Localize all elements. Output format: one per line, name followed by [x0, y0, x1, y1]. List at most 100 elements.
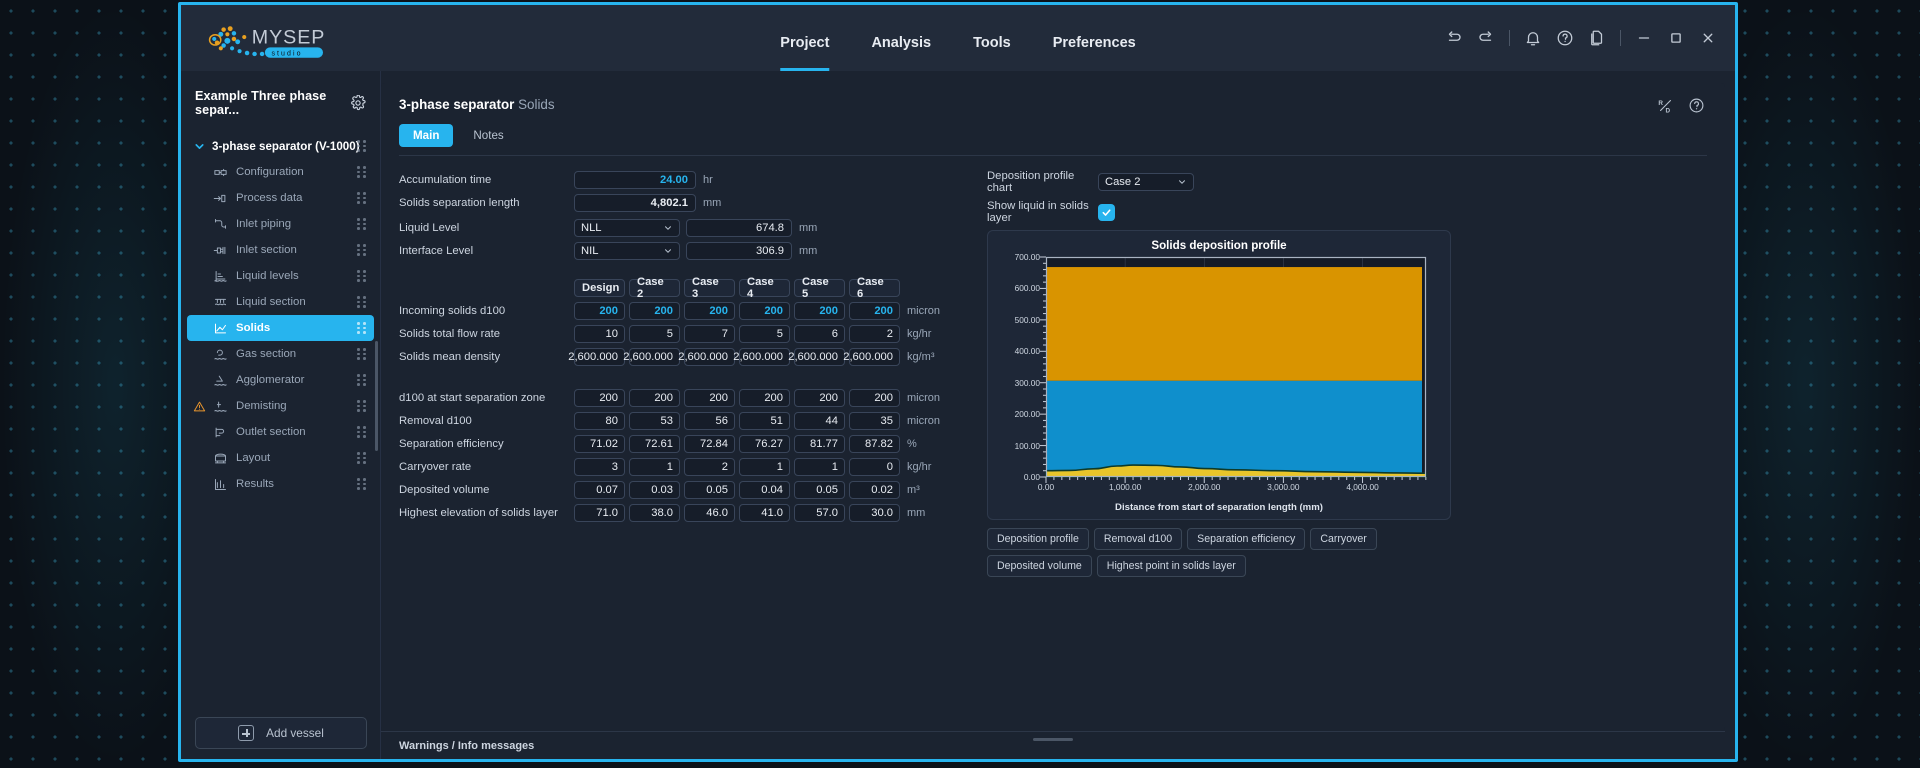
tab-notes[interactable]: Notes	[459, 124, 517, 147]
drag-handle[interactable]	[357, 452, 366, 464]
drag-handle[interactable]	[357, 478, 366, 490]
table-cell-input[interactable]: 200	[794, 388, 845, 407]
gear-icon[interactable]	[350, 95, 366, 111]
drag-handle[interactable]	[357, 426, 366, 438]
accumulation-time-input[interactable]: 24.00	[574, 170, 696, 189]
table-cell-input[interactable]: 200	[574, 388, 625, 407]
add-vessel-button[interactable]: Add vessel	[195, 717, 367, 749]
table-column-header[interactable]: Case 4	[739, 276, 790, 300]
table-cell-input[interactable]: 53	[629, 411, 680, 430]
chart-button-separation-efficiency[interactable]: Separation efficiency	[1187, 528, 1306, 550]
table-cell-input[interactable]: 38.0	[629, 503, 680, 522]
help-icon[interactable]	[1556, 29, 1574, 47]
drag-handle[interactable]	[357, 296, 366, 308]
table-cell-input[interactable]: 0.02	[849, 480, 900, 499]
close-icon[interactable]	[1699, 29, 1717, 47]
drag-handle[interactable]	[357, 244, 366, 256]
table-cell-input[interactable]: 0.05	[794, 480, 845, 499]
table-cell-input[interactable]: 5	[629, 324, 680, 343]
table-column-header[interactable]: Case 6	[849, 276, 900, 300]
table-cell-input[interactable]: 76.27	[739, 434, 790, 453]
chart-button-highest-point-in-solids-layer[interactable]: Highest point in solids layer	[1096, 555, 1246, 577]
table-cell-input[interactable]: 2,600.000	[733, 347, 790, 366]
table-cell-input[interactable]: 1	[629, 457, 680, 476]
table-cell-input[interactable]: 200	[849, 388, 900, 407]
ratio-rd-icon[interactable]: RD	[1657, 97, 1674, 114]
table-cell-input[interactable]: 72.61	[629, 434, 680, 453]
chevron-down-icon[interactable]	[193, 140, 206, 153]
table-cell-input[interactable]: 35	[849, 411, 900, 430]
table-cell-input[interactable]: 200	[684, 388, 735, 407]
panel-resize-handle[interactable]	[1033, 738, 1073, 741]
table-cell-input[interactable]: 51	[739, 411, 790, 430]
sidebar-item-liquid-section[interactable]: Liquid section	[187, 289, 374, 315]
nav-item-tools[interactable]: Tools	[973, 9, 1011, 71]
table-cell-input[interactable]: 2,600.000	[843, 347, 900, 366]
chart-case-select[interactable]: Case 2	[1098, 173, 1194, 191]
table-cell-input[interactable]: 46.0	[684, 503, 735, 522]
table-cell-input[interactable]: 57.0	[794, 503, 845, 522]
tree-root-separator[interactable]: 3-phase separator (V-1000)	[187, 133, 374, 159]
nav-item-preferences[interactable]: Preferences	[1053, 9, 1136, 71]
table-cell-input[interactable]: 44	[794, 411, 845, 430]
table-cell-input[interactable]: 56	[684, 411, 735, 430]
table-cell-input[interactable]: 1	[739, 457, 790, 476]
table-cell-input[interactable]: 0.05	[684, 480, 735, 499]
drag-handle[interactable]	[357, 374, 366, 386]
table-cell-input[interactable]: 2	[849, 324, 900, 343]
table-cell-input[interactable]: 2	[684, 457, 735, 476]
bell-icon[interactable]	[1524, 29, 1542, 47]
drag-handle[interactable]	[357, 400, 366, 412]
table-cell-input[interactable]: 0.04	[739, 480, 790, 499]
table-cell-input[interactable]: 200	[629, 388, 680, 407]
table-cell-input[interactable]: 3	[574, 457, 625, 476]
interface-level-value-input[interactable]: 306.9	[686, 241, 792, 260]
table-cell-input[interactable]: 2,600.000	[568, 347, 625, 366]
table-column-header[interactable]: Case 2	[629, 276, 680, 300]
sidebar-item-inlet-section[interactable]: Inlet section	[187, 237, 374, 263]
table-column-header[interactable]: Design	[574, 278, 625, 297]
sidebar-item-solids[interactable]: Solids	[187, 315, 374, 341]
sidebar-scrollbar[interactable]	[375, 341, 378, 451]
table-cell-input[interactable]: 10	[574, 324, 625, 343]
sidebar-item-inlet-piping[interactable]: Inlet piping	[187, 211, 374, 237]
drag-handle[interactable]	[357, 140, 366, 152]
table-cell-input[interactable]: 5	[739, 324, 790, 343]
drag-handle[interactable]	[357, 166, 366, 178]
solids-separation-length-input[interactable]: 4,802.1	[574, 193, 696, 212]
table-column-header[interactable]: Case 5	[794, 276, 845, 300]
table-cell-input[interactable]: 41.0	[739, 503, 790, 522]
table-cell-input[interactable]: 0.07	[574, 480, 625, 499]
nav-item-analysis[interactable]: Analysis	[871, 9, 931, 71]
sidebar-item-liquid-levels[interactable]: Liquid levels	[187, 263, 374, 289]
table-cell-input[interactable]: 200	[574, 301, 625, 320]
table-column-header[interactable]: Case 3	[684, 276, 735, 300]
sidebar-item-gas-section[interactable]: Gas section	[187, 341, 374, 367]
table-cell-input[interactable]: 6	[794, 324, 845, 343]
minimize-icon[interactable]	[1635, 29, 1653, 47]
liquid-level-select[interactable]: NLL	[574, 218, 680, 237]
liquid-level-value-input[interactable]: 674.8	[686, 218, 792, 237]
document-icon[interactable]	[1588, 29, 1606, 47]
table-cell-input[interactable]: 200	[739, 301, 790, 320]
sidebar-item-demisting[interactable]: Demisting	[187, 393, 374, 419]
drag-handle[interactable]	[357, 218, 366, 230]
table-cell-input[interactable]: 0	[849, 457, 900, 476]
chart-button-deposited-volume[interactable]: Deposited volume	[987, 555, 1092, 577]
table-cell-input[interactable]: 81.77	[794, 434, 845, 453]
table-cell-input[interactable]: 2,600.000	[623, 347, 680, 366]
chart-button-removal-d100[interactable]: Removal d100	[1093, 528, 1183, 550]
show-liquid-checkbox[interactable]	[1098, 203, 1115, 221]
drag-handle[interactable]	[357, 348, 366, 360]
sidebar-item-results[interactable]: Results	[187, 471, 374, 497]
table-cell-input[interactable]: 80	[574, 411, 625, 430]
table-cell-input[interactable]: 30.0	[849, 503, 900, 522]
table-cell-input[interactable]: 200	[849, 301, 900, 320]
sidebar-item-layout[interactable]: Layout	[187, 445, 374, 471]
table-cell-input[interactable]: 200	[739, 388, 790, 407]
help-icon[interactable]	[1688, 97, 1705, 114]
table-cell-input[interactable]: 0.03	[629, 480, 680, 499]
chart-button-carryover[interactable]: Carryover	[1310, 528, 1377, 550]
table-cell-input[interactable]: 200	[794, 301, 845, 320]
table-cell-input[interactable]: 71.02	[574, 434, 625, 453]
